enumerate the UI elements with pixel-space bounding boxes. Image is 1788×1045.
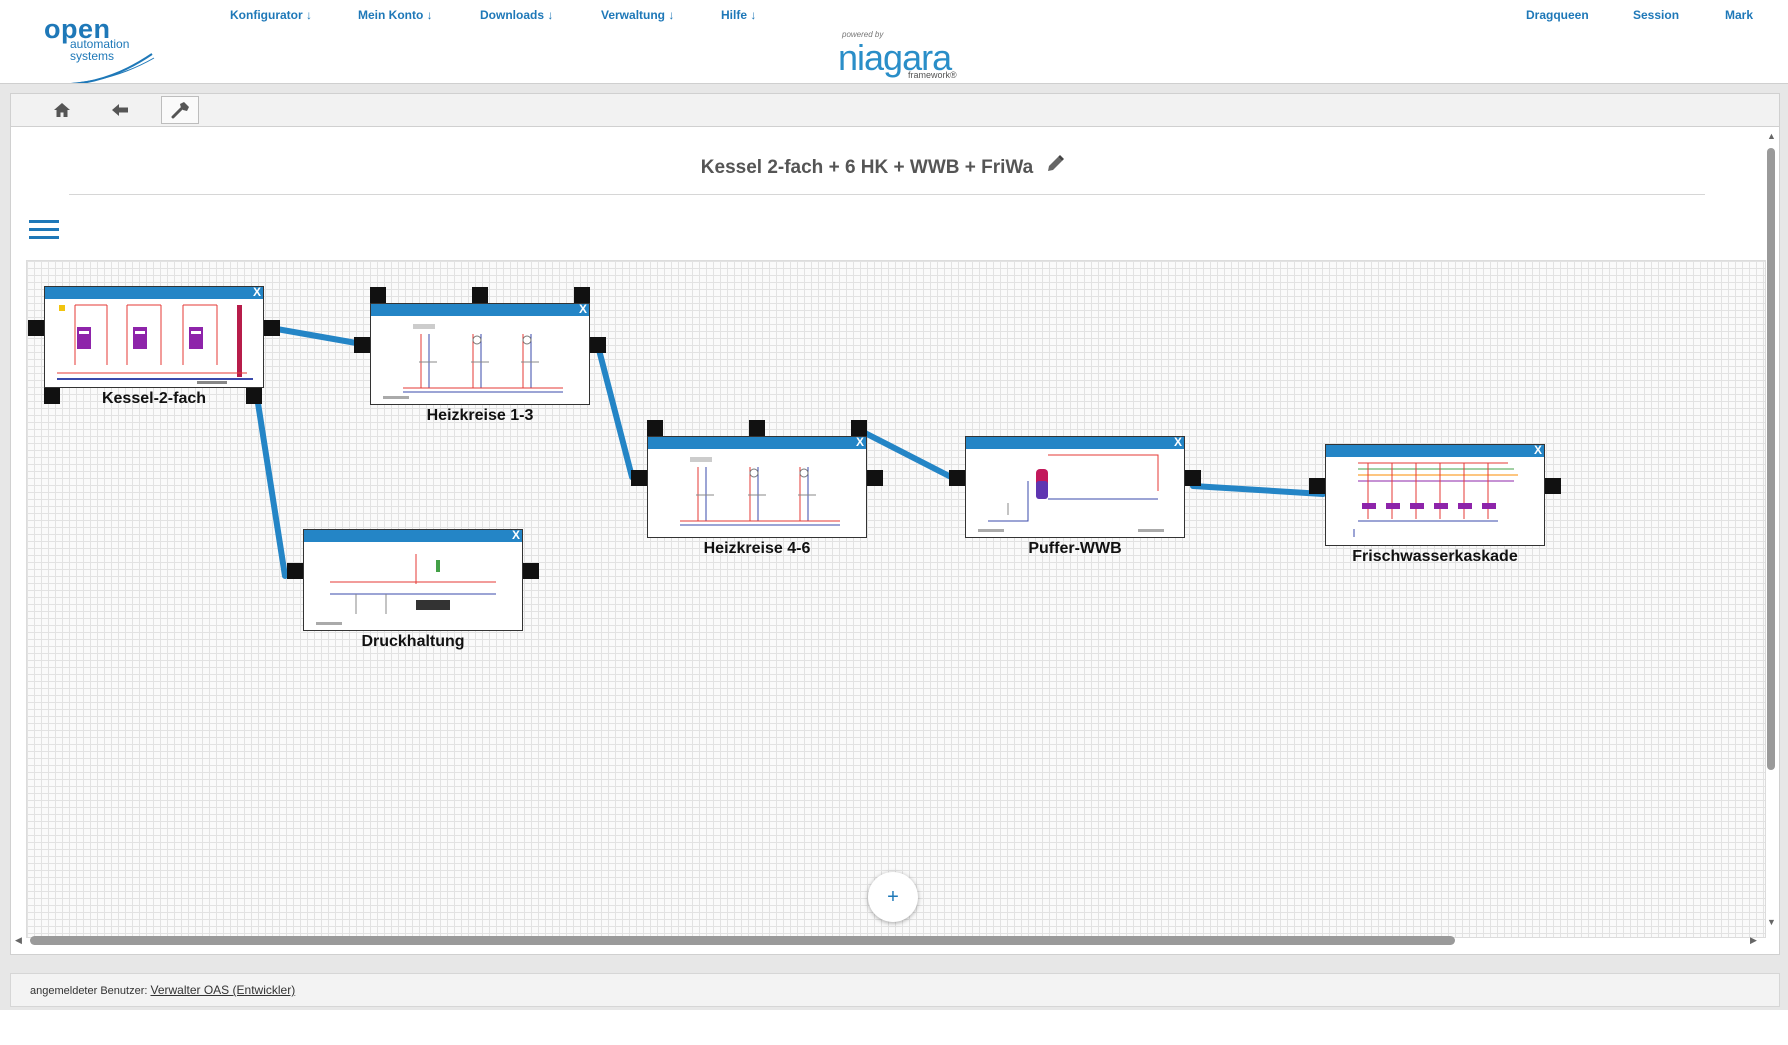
node-port-right[interactable] (1545, 478, 1561, 494)
druckhaltung-schematic-thumbnail (316, 554, 496, 625)
node-port-left[interactable] (1309, 478, 1325, 494)
home-icon (54, 103, 70, 117)
node-close-button[interactable]: X (856, 435, 864, 449)
node-port-top-2[interactable] (749, 420, 765, 436)
node-titlebar[interactable]: X (1326, 443, 1544, 457)
node-close-button[interactable]: X (1174, 435, 1182, 449)
nav-konfigurator[interactable]: Konfigurator ↓ (230, 8, 312, 22)
node-close-button[interactable]: X (579, 302, 587, 316)
node-label: Kessel-2-fach (101, 390, 207, 407)
title-divider (69, 194, 1705, 195)
node-port-right[interactable] (523, 563, 539, 579)
scroll-down-arrow[interactable]: ▼ (1767, 917, 1776, 927)
node-port-left[interactable] (28, 320, 44, 336)
puffer-schematic-thumbnail (978, 454, 1164, 532)
node-port-left[interactable] (287, 563, 303, 579)
niagara-logo: powered by niagara framework® (838, 30, 968, 82)
flow-canvas[interactable]: X Kessel-2-fach X Heizkreise 1-3 X Druck… (26, 260, 1766, 938)
logged-in-user-link[interactable]: Verwalter OAS (Entwickler) (150, 983, 295, 997)
node-port-right[interactable] (1185, 470, 1201, 486)
frischwasser-schematic-thumbnail (1353, 462, 1518, 537)
connection-line (268, 325, 365, 347)
scroll-right-arrow[interactable]: ▶ (1750, 935, 1757, 945)
node-port-left[interactable] (949, 470, 965, 486)
node-titlebar[interactable]: X (304, 528, 522, 542)
node-card[interactable]: X (1325, 443, 1545, 546)
heizkreise-schematic-thumbnail (680, 457, 840, 526)
node-port-left[interactable] (354, 337, 370, 353)
nav-mein-konto[interactable]: Mein Konto ↓ (358, 8, 433, 22)
open-automation-systems-logo[interactable]: open automation systems (42, 14, 162, 86)
vertical-scroll-thumb[interactable] (1767, 148, 1775, 770)
status-footer: angemeldeter Benutzer: Verwalter OAS (En… (10, 973, 1780, 1007)
connection-line (1190, 483, 1326, 497)
kessel-schematic-thumbnail (47, 301, 261, 385)
node-card[interactable]: X (303, 528, 523, 631)
node-port-top-3[interactable] (574, 287, 590, 303)
toolbar (10, 93, 1780, 127)
node-port-top-3[interactable] (851, 420, 867, 436)
logo-text-systems: systems (70, 49, 115, 63)
node-label: Frischwasserkaskade (1352, 548, 1518, 565)
node-port-right[interactable] (264, 320, 280, 336)
node-port-right[interactable] (590, 337, 606, 353)
connection-lines (252, 325, 1326, 579)
add-node-button[interactable]: + (868, 872, 918, 922)
node-label: Heizkreise 4-6 (703, 540, 811, 557)
edit-pencil-icon[interactable] (1045, 154, 1065, 174)
node-card[interactable]: X (647, 435, 867, 538)
footer-user-info: angemeldeter Benutzer: Verwalter OAS (En… (30, 983, 295, 997)
wrench-icon (171, 102, 189, 119)
nav-verwaltung[interactable]: Verwaltung ↓ (601, 8, 674, 22)
settings-button[interactable] (161, 96, 199, 124)
menu-hamburger-icon[interactable] (29, 218, 59, 242)
node-card[interactable]: X (965, 435, 1185, 538)
nav-hilfe[interactable]: Hilfe ↓ (721, 8, 756, 22)
node-titlebar[interactable]: X (648, 435, 866, 449)
node-titlebar[interactable]: X (45, 285, 263, 299)
node-port-left[interactable] (631, 470, 647, 486)
scroll-up-arrow[interactable]: ▲ (1767, 131, 1776, 141)
logged-in-label: angemeldeter Benutzer: (30, 985, 148, 997)
node-label: Puffer-WWB (1028, 540, 1122, 557)
node-label: Druckhaltung (361, 633, 465, 650)
node-card[interactable]: X (370, 302, 590, 405)
node-label: Heizkreise 1-3 (426, 407, 534, 424)
node-close-button[interactable]: X (1534, 443, 1542, 457)
node-titlebar[interactable]: X (966, 435, 1184, 449)
node-port-right[interactable] (867, 470, 883, 486)
scroll-left-arrow[interactable]: ◀ (15, 935, 22, 945)
page-title: Kessel 2-fach + 6 HK + WWB + FriWa (700, 157, 1034, 178)
node-close-button[interactable]: X (253, 285, 261, 299)
home-button[interactable] (44, 97, 80, 123)
heizkreise-schematic-thumbnail (383, 324, 563, 399)
node-port-top-2[interactable] (472, 287, 488, 303)
node-close-button[interactable]: X (512, 528, 520, 542)
framework-text: framework® (908, 70, 957, 80)
node-card[interactable]: X (44, 285, 264, 388)
horizontal-scroll-thumb[interactable] (30, 936, 1455, 945)
nav-session[interactable]: Session (1633, 8, 1679, 22)
nav-dragqueen[interactable]: Dragqueen (1526, 8, 1589, 22)
connection-line (252, 381, 288, 579)
node-port-top-1[interactable] (647, 420, 663, 436)
nav-mark[interactable]: Mark (1725, 8, 1753, 22)
app-header: open automation systems Konfigurator ↓ M… (0, 0, 1788, 86)
node-port-top-1[interactable] (370, 287, 386, 303)
back-button[interactable] (102, 97, 138, 123)
back-arrow-icon (112, 104, 128, 116)
node-titlebar[interactable]: X (371, 302, 589, 316)
nav-downloads[interactable]: Downloads ↓ (480, 8, 553, 22)
